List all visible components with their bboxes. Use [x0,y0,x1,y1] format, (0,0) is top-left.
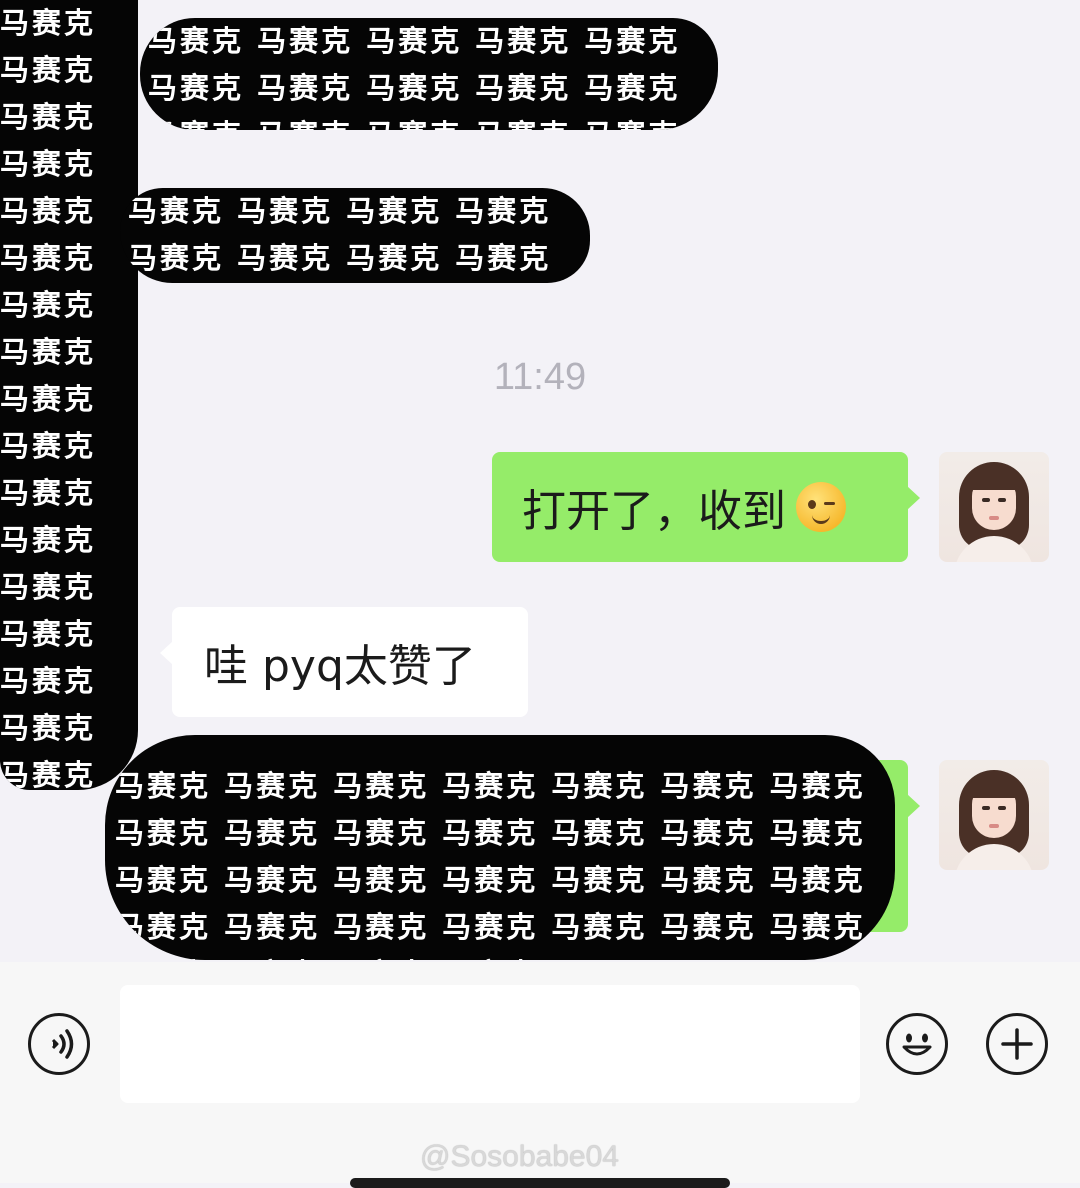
message-input[interactable] [120,985,860,1103]
redacted-message: 马赛克 马赛克 马赛克 马赛克 马赛克 马赛克 马赛克 马赛克 马赛克 马赛克 … [140,18,718,130]
message-text: 哇 pyq太赞了 [204,641,476,692]
voice-icon [51,1029,74,1059]
avatar[interactable] [939,760,1049,870]
redacted-message: 马赛克 马赛克 马赛克 马赛克 马赛克 马赛克 马赛克 马赛克 马赛克 马赛克 … [120,188,590,283]
avatar[interactable] [939,452,1049,562]
plus-icon [1001,1028,1033,1060]
sent-message-bubble[interactable]: 打开了，收到 [492,452,920,562]
redacted-message: 马赛克 马赛克 马赛克 马赛克 马赛克 马赛克 马赛克 马赛克 马赛克 马赛克 … [105,735,895,960]
emoji-button[interactable] [886,1013,948,1075]
message-timestamp: 11:49 [493,356,587,398]
watermark: @Sosobabe04 [420,1140,619,1173]
winking-face-emoji-icon [796,482,846,532]
plus-button[interactable] [986,1013,1048,1075]
received-message-bubble[interactable]: 哇 pyq太赞了 [160,607,528,717]
chat-area: 马赛克 马赛克 马赛克 马赛克 马赛克 马赛克 马赛克 马赛克 马赛克 马赛克 … [0,0,1080,962]
voice-button[interactable] [28,1013,90,1075]
message-text: 打开了，收到 [522,486,786,537]
smiley-icon [902,1033,932,1056]
home-indicator [350,1178,730,1188]
